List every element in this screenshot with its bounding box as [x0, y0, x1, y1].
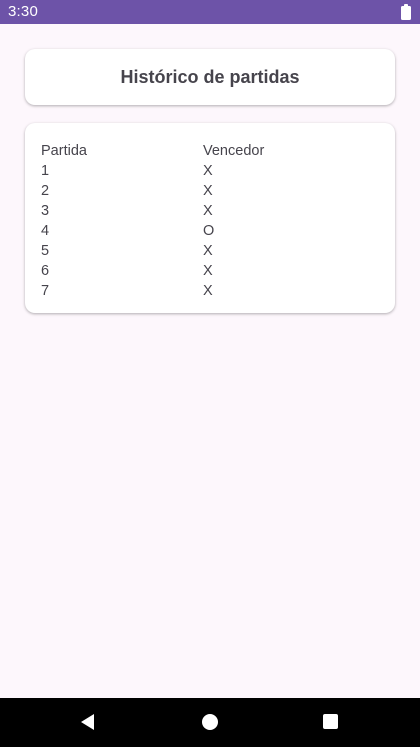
- cell-partida: 3: [41, 203, 50, 219]
- page-title: Histórico de partidas: [120, 66, 300, 87]
- table-row: 3 X: [41, 201, 379, 221]
- cell-partida: 6: [41, 263, 50, 279]
- cell-partida: 4: [41, 223, 50, 239]
- cell-vencedor: X: [203, 203, 213, 219]
- cell-vencedor: X: [203, 163, 213, 179]
- recents-icon[interactable]: [323, 714, 338, 729]
- title-card: Histórico de partidas: [25, 49, 395, 105]
- cell-vencedor: O: [203, 223, 215, 239]
- cell-vencedor: X: [203, 183, 213, 199]
- navigation-bar: [0, 698, 420, 747]
- home-icon[interactable]: [202, 714, 218, 730]
- history-table: Partida Vencedor 1 X 2 X 3 X 4 O 5 X 6 X…: [41, 141, 379, 301]
- battery-full-icon: [401, 4, 411, 20]
- table-row: 4 O: [41, 221, 379, 241]
- cell-vencedor: X: [203, 283, 213, 299]
- table-header-row: Partida Vencedor: [41, 141, 379, 161]
- table-row: 1 X: [41, 161, 379, 181]
- table-row: 2 X: [41, 181, 379, 201]
- table-row: 6 X: [41, 261, 379, 281]
- cell-vencedor: X: [203, 263, 213, 279]
- history-card: Partida Vencedor 1 X 2 X 3 X 4 O 5 X 6 X…: [25, 123, 395, 313]
- status-time: 3:30: [8, 3, 38, 20]
- cell-partida: 2: [41, 183, 50, 199]
- column-header-partida: Partida: [41, 143, 87, 159]
- cell-vencedor: X: [203, 243, 213, 259]
- column-header-vencedor: Vencedor: [203, 143, 265, 159]
- cell-partida: 5: [41, 243, 50, 259]
- table-row: 7 X: [41, 281, 379, 301]
- table-row: 5 X: [41, 241, 379, 261]
- cell-partida: 1: [41, 163, 50, 179]
- status-bar: 3:30: [0, 0, 420, 24]
- cell-partida: 7: [41, 283, 50, 299]
- back-icon[interactable]: [81, 714, 94, 730]
